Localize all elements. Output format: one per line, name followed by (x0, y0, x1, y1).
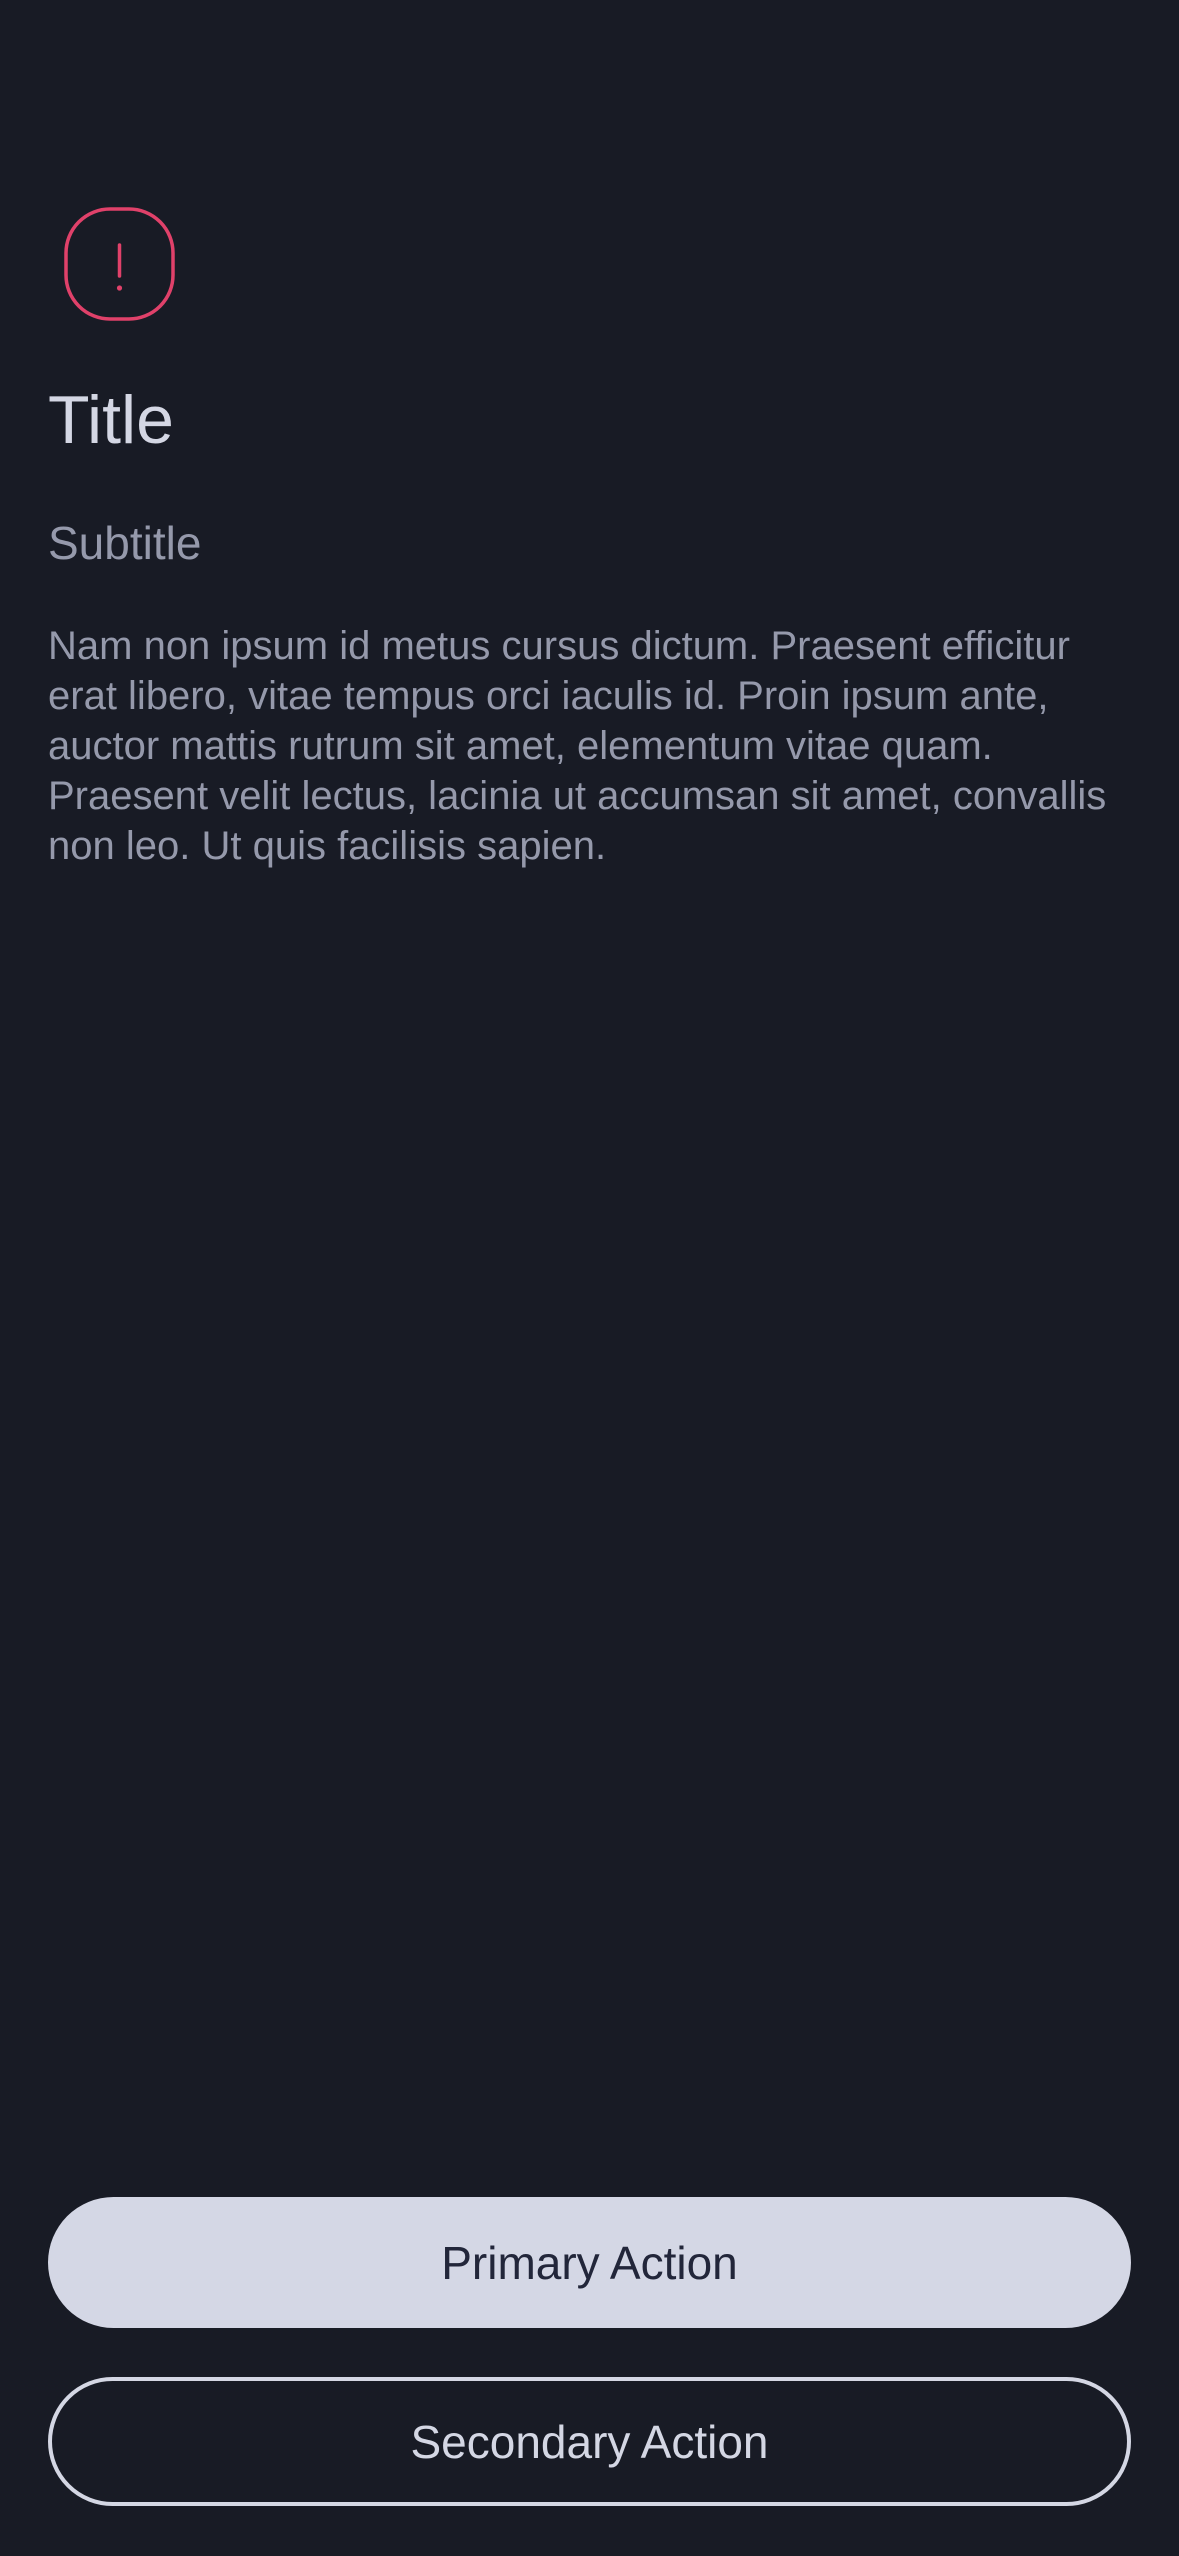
secondary-action-button[interactable]: Secondary Action (48, 2377, 1131, 2506)
page-title: Title (48, 382, 174, 458)
primary-action-button[interactable]: Primary Action (48, 2197, 1131, 2328)
body-text: Nam non ipsum id metus cursus dictum. Pr… (48, 624, 1107, 868)
alert-icon (64, 207, 175, 321)
page-subtitle: Subtitle (48, 517, 202, 569)
